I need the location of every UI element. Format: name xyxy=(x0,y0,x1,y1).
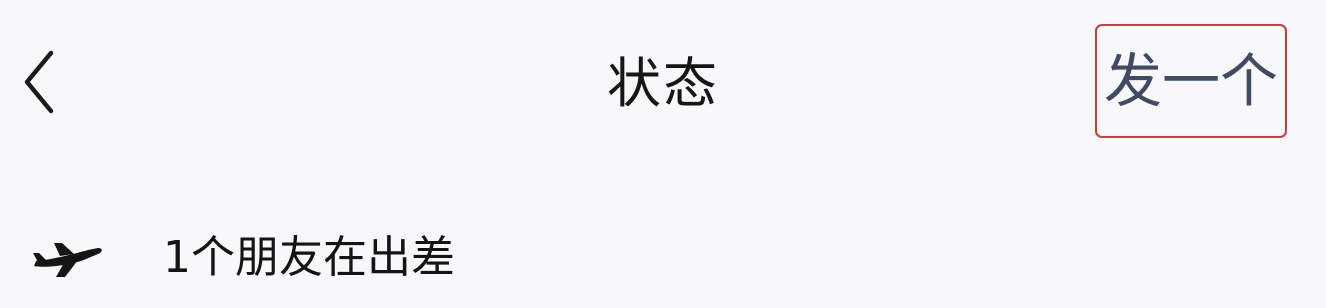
status-list-item-business-trip[interactable]: 1个朋友在出差 xyxy=(0,205,1326,305)
navigation-bar: 状态 发一个 xyxy=(0,0,1326,160)
status-screen: 状态 发一个 1个朋友在出差 xyxy=(0,0,1326,308)
post-status-button[interactable]: 发一个 xyxy=(1095,24,1287,138)
post-status-label: 发一个 xyxy=(1103,47,1278,115)
status-list-item-label: 1个朋友在出差 xyxy=(163,232,455,283)
airplane-icon xyxy=(33,243,102,277)
